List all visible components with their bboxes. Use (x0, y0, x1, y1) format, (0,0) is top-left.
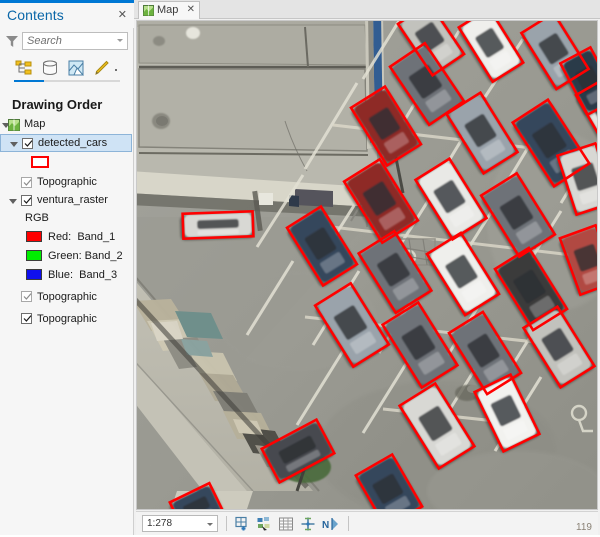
toc-node-topographic-3[interactable]: Topographic (0, 309, 134, 331)
table-of-contents: Map detected_cars Topographic (0, 116, 134, 331)
map-thumbnail-icon (8, 119, 20, 131)
map-status-bar: 1:278 (136, 511, 598, 535)
select-features-icon[interactable] (256, 516, 272, 532)
divider (226, 516, 227, 531)
search-placeholder: Search (27, 35, 62, 47)
toc-label-band-blue: Blue: Band_3 (48, 269, 117, 281)
toc-node-topographic-2[interactable]: Topographic (0, 287, 134, 309)
north-arrow-icon[interactable]: N (322, 516, 340, 532)
toc-label-ventura-raster: ventura_raster (37, 194, 108, 206)
close-icon[interactable]: ✕ (118, 9, 127, 21)
list-by-data-source-icon[interactable] (40, 58, 60, 78)
list-by-toolbar (0, 56, 134, 80)
create-features-icon[interactable] (234, 516, 250, 532)
attribute-table-icon[interactable] (278, 516, 294, 532)
toc-node-detected-cars[interactable]: detected_cars (0, 134, 132, 152)
map-scale-value: 1:278 (147, 518, 172, 529)
map-view: Map ✕ (134, 0, 600, 537)
toolbar-overflow-icon[interactable] (115, 69, 117, 71)
toc-node-band-red: Red: Band_1 (0, 228, 134, 247)
toc-label-topographic-3: Topographic (37, 313, 97, 325)
chevron-down-icon[interactable] (117, 39, 123, 42)
toc-label-rgb: RGB (25, 212, 49, 224)
arcgis-pro-window: Contents ✕ Search (0, 0, 600, 537)
search-row: Search (0, 30, 134, 54)
toc-node-band-blue: Blue: Band_3 (0, 266, 134, 287)
map-scale-combobox[interactable]: 1:278 (142, 515, 218, 532)
map-canvas[interactable] (136, 20, 598, 510)
toc-label-band-green: Green: Band_2 (48, 250, 123, 262)
toc-node-rgb-group: RGB (0, 210, 134, 228)
close-icon[interactable]: ✕ (187, 4, 195, 15)
toolbar-underline (14, 80, 120, 82)
toc-node-symbol (0, 152, 134, 174)
toc-node-map[interactable]: Map (0, 116, 134, 134)
toc-label-detected-cars: detected_cars (38, 137, 107, 149)
layer-visibility-checkbox[interactable] (21, 177, 32, 188)
contents-pane: Contents ✕ Search (0, 0, 134, 537)
layer-visibility-checkbox[interactable] (21, 195, 32, 206)
layer-visibility-checkbox[interactable] (22, 138, 33, 149)
list-by-editing-icon[interactable] (92, 58, 112, 78)
toc-node-band-green: Green: Band_2 (0, 247, 134, 266)
expander-icon[interactable] (9, 199, 17, 204)
toc-label-band-red: Red: Band_1 (48, 231, 115, 243)
drawing-order-heading: Drawing Order (12, 97, 102, 112)
svg-text:N: N (322, 520, 329, 531)
funnel-filter-icon[interactable] (5, 34, 19, 48)
band-swatch-blue (26, 269, 42, 280)
map-thumbnail-icon (143, 5, 154, 16)
view-tab-strip: Map ✕ (134, 0, 600, 19)
list-by-selection-icon[interactable] (66, 58, 86, 78)
figure-page-number: 119 (576, 522, 592, 533)
toolbar-active-indicator (14, 80, 44, 82)
tab-map[interactable]: Map ✕ (138, 1, 200, 19)
aerial-imagery-with-detections[interactable] (137, 21, 597, 509)
toc-label-topographic-2: Topographic (37, 291, 97, 303)
layer-visibility-checkbox[interactable] (21, 313, 32, 324)
polygon-outline-symbol[interactable] (31, 156, 49, 168)
list-by-drawing-order-icon[interactable] (14, 58, 34, 78)
band-swatch-red (26, 231, 42, 242)
expander-icon[interactable] (10, 142, 18, 147)
search-input[interactable]: Search (22, 32, 128, 50)
divider (348, 516, 349, 531)
measure-icon[interactable] (300, 516, 316, 532)
band-swatch-green (26, 250, 42, 261)
toc-label-topographic-1: Topographic (37, 176, 97, 188)
toc-node-ventura-raster[interactable]: ventura_raster (0, 192, 134, 210)
page-title: Contents (7, 7, 64, 23)
tab-map-label: Map (157, 4, 178, 16)
toc-label-map: Map (24, 118, 45, 130)
contents-pane-header: Contents ✕ (0, 3, 134, 28)
chevron-down-icon[interactable] (207, 523, 213, 526)
toc-node-topographic-1[interactable]: Topographic (0, 174, 134, 192)
layer-visibility-checkbox[interactable] (21, 291, 32, 302)
